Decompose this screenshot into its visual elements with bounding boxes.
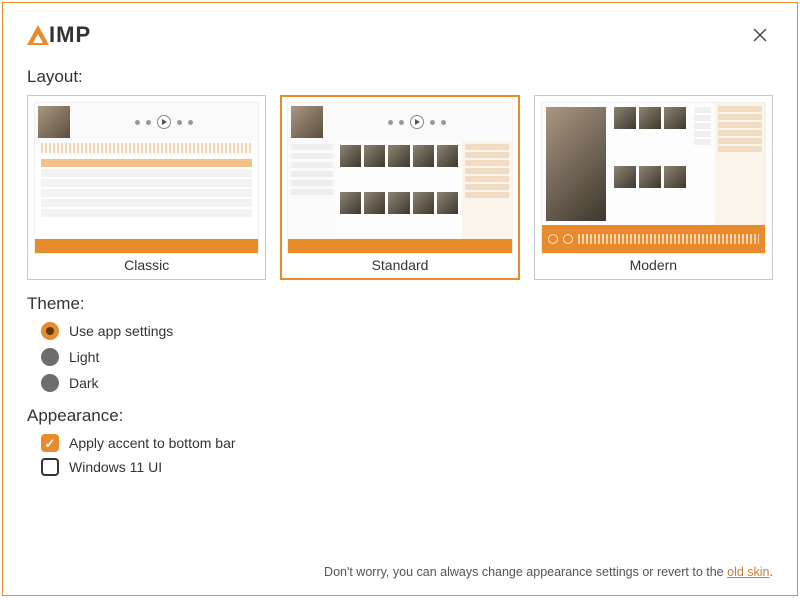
footer-text-after: . [770, 565, 773, 579]
radio-icon [41, 322, 59, 340]
theme-option-light[interactable]: Light [41, 348, 773, 366]
checkbox-label: Apply accent to bottom bar [69, 435, 236, 451]
close-button[interactable] [747, 22, 773, 48]
layout-caption: Classic [124, 257, 169, 273]
layout-section-label: Layout: [27, 67, 773, 87]
radio-label: Use app settings [69, 323, 173, 339]
layout-preview-modern [541, 102, 766, 254]
radio-icon [41, 348, 59, 366]
theme-option-use-app-settings[interactable]: Use app settings [41, 322, 773, 340]
theme-section-label: Theme: [27, 294, 773, 314]
layout-option-modern[interactable]: Modern [534, 95, 773, 280]
layout-caption: Modern [630, 257, 677, 273]
appearance-option-windows-11-ui[interactable]: Windows 11 UI [41, 458, 773, 476]
footer-note: Don't worry, you can always change appea… [263, 563, 773, 581]
layout-preview-standard [287, 102, 512, 254]
appearance-dialog: IMP Layout: Classic [2, 2, 798, 596]
radio-icon [41, 374, 59, 392]
layout-options: Classic Standard [27, 95, 773, 280]
appearance-checkbox-group: Apply accent to bottom bar Windows 11 UI [41, 434, 773, 476]
radio-label: Light [69, 349, 99, 365]
old-skin-link[interactable]: old skin [727, 565, 769, 579]
footer-text-before: Don't worry, you can always change appea… [324, 565, 727, 579]
appearance-option-accent-bottom-bar[interactable]: Apply accent to bottom bar [41, 434, 773, 452]
layout-preview-classic [34, 102, 259, 254]
theme-option-dark[interactable]: Dark [41, 374, 773, 392]
checkbox-label: Windows 11 UI [69, 459, 162, 475]
layout-caption: Standard [372, 257, 429, 273]
theme-radio-group: Use app settings Light Dark [41, 322, 773, 392]
layout-option-classic[interactable]: Classic [27, 95, 266, 280]
dialog-header: IMP [27, 17, 773, 53]
appearance-section-label: Appearance: [27, 406, 773, 426]
logo-text: IMP [49, 22, 91, 48]
logo-icon [27, 25, 49, 45]
close-icon [753, 28, 767, 42]
checkbox-icon [41, 458, 59, 476]
app-logo: IMP [27, 22, 91, 48]
radio-label: Dark [69, 375, 99, 391]
layout-option-standard[interactable]: Standard [280, 95, 519, 280]
checkbox-icon [41, 434, 59, 452]
